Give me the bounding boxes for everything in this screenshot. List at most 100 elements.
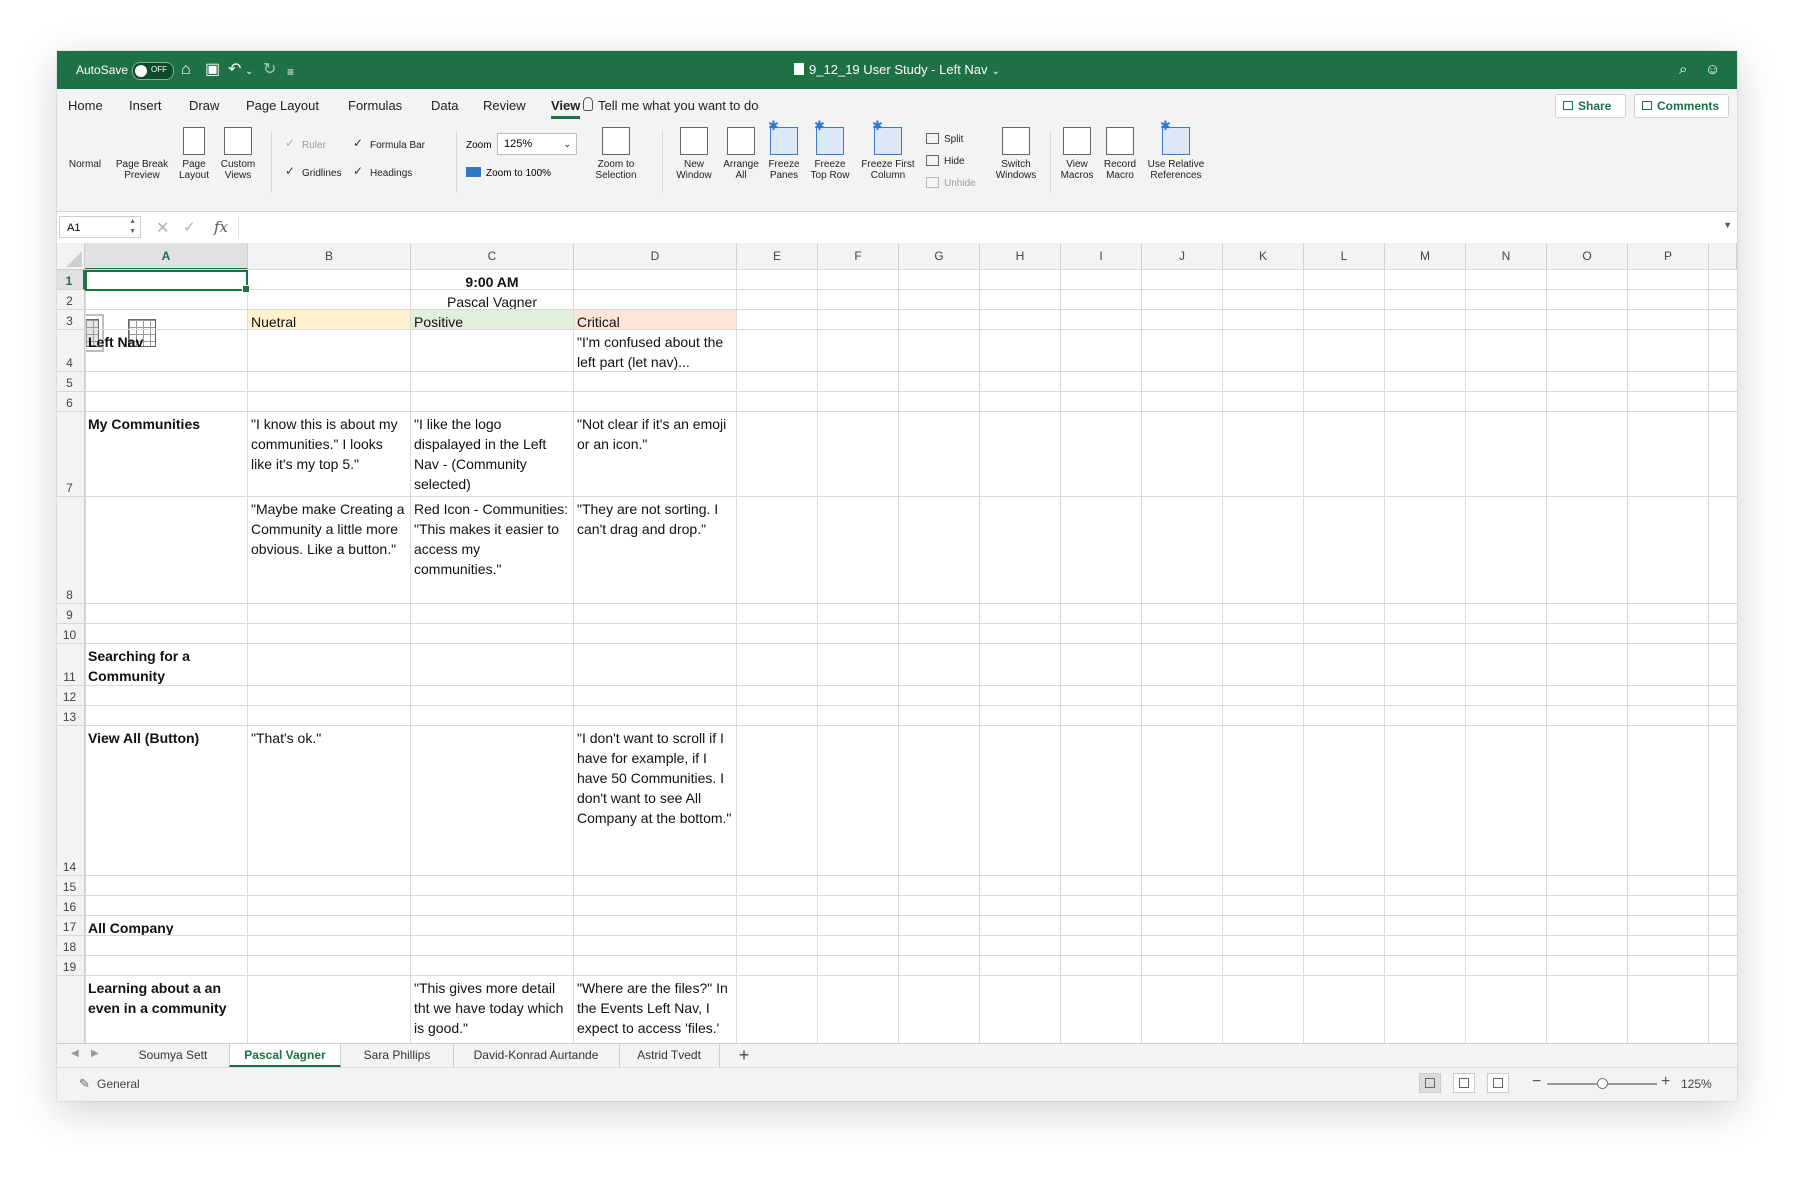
column-header-e[interactable]: E <box>737 243 818 270</box>
row-header-6[interactable]: 6 <box>57 392 85 412</box>
row-header-5[interactable]: 5 <box>57 372 85 392</box>
ruler-checkbox[interactable]: Ruler <box>285 136 326 151</box>
cell-c7[interactable]: "I like the logo dispalayed in the Left … <box>411 412 573 496</box>
page-break-preview-button[interactable]: Page Break Preview <box>111 127 173 347</box>
page-layout-view-button[interactable]: Page Layout <box>174 127 214 181</box>
page-layout-status-button[interactable] <box>1453 1073 1475 1093</box>
cell-c2[interactable]: Pascal Vagner <box>248 290 736 309</box>
search-icon[interactable]: ⌕ <box>1679 61 1687 79</box>
zoom-in-icon[interactable]: + <box>1661 1073 1670 1091</box>
row-header-14[interactable]: 14 <box>57 726 85 876</box>
row-header-19[interactable]: 19 <box>57 956 85 976</box>
row-header-17[interactable]: 17 <box>57 916 85 936</box>
normal-view-status-button[interactable] <box>1419 1073 1441 1093</box>
row-header-1[interactable]: 1 <box>57 270 85 290</box>
cell-d14[interactable]: "I don't want to scroll if I have for ex… <box>574 726 736 875</box>
switch-windows-button[interactable]: Switch Windows <box>991 127 1041 181</box>
column-header-d[interactable]: D <box>574 243 737 270</box>
insert-function-icon[interactable]: fx <box>214 218 228 236</box>
cell-b3[interactable]: Nuetral <box>248 310 410 329</box>
zoom-to-100-button[interactable]: Zoom to 100% <box>466 167 551 179</box>
row-header-2[interactable]: 2 <box>57 290 85 310</box>
sheet-tab-active[interactable]: Pascal Vagner <box>229 1044 341 1067</box>
row-header-4[interactable]: 4 <box>57 330 85 372</box>
next-sheet-icon[interactable]: ▶ <box>91 1048 99 1059</box>
spreadsheet-grid[interactable]: A B C D E F G H I J K L M N O P 1 2 3 4 5 6 7 8 9 10 11 12 13 14 15 16 1… <box>57 243 1737 1043</box>
row-header-15[interactable]: 15 <box>57 876 85 896</box>
row-header-12[interactable]: 12 <box>57 686 85 706</box>
row-header-7[interactable]: 7 <box>57 412 85 497</box>
comments-button[interactable]: Comments <box>1634 94 1729 118</box>
sheet-tab[interactable]: Astrid Tvedt <box>619 1044 720 1067</box>
cell-d20[interactable]: "Where are the files?" In the Events Lef… <box>574 976 736 1043</box>
column-header-g[interactable]: G <box>899 243 980 270</box>
sheet-tab[interactable]: David-Konrad Aurtande <box>453 1044 620 1067</box>
column-header-l[interactable]: L <box>1304 243 1385 270</box>
unhide-button[interactable]: Unhide <box>926 177 976 189</box>
column-header-p[interactable]: P <box>1628 243 1709 270</box>
freeze-panes-button[interactable]: Freeze Panes <box>764 120 804 181</box>
arrange-all-button[interactable]: Arrange All <box>719 127 763 181</box>
cell-c3[interactable]: Positive <box>411 310 573 329</box>
tab-view[interactable]: View <box>551 98 581 119</box>
row-header-13[interactable]: 13 <box>57 706 85 726</box>
cell-d7[interactable]: "Not clear if it's an emoji or an icon." <box>574 412 736 496</box>
gridlines-checkbox[interactable]: Gridlines <box>285 164 341 179</box>
tab-data[interactable]: Data <box>431 98 458 113</box>
prev-sheet-icon[interactable]: ◀ <box>71 1048 79 1059</box>
cell-a4[interactable]: Left Nav <box>85 330 247 371</box>
tab-home[interactable]: Home <box>68 98 103 113</box>
cell-a11[interactable]: Searching for a Community <box>85 644 247 685</box>
cancel-icon[interactable]: ✕ <box>156 218 169 238</box>
zoom-out-icon[interactable]: − <box>1532 1073 1541 1091</box>
column-header-j[interactable]: J <box>1142 243 1223 270</box>
record-macro-button[interactable]: Record Macro <box>1099 127 1141 181</box>
new-window-button[interactable]: New Window <box>671 127 717 181</box>
tab-formulas[interactable]: Formulas <box>348 98 402 113</box>
tab-insert[interactable]: Insert <box>129 98 162 113</box>
column-header-a[interactable]: A <box>85 243 248 270</box>
page-break-status-button[interactable] <box>1487 1073 1509 1093</box>
row-header-18[interactable]: 18 <box>57 936 85 956</box>
cell-b8[interactable]: "Maybe make Creating a Community a littl… <box>248 497 410 603</box>
cell-b7[interactable]: "I know this is about my communities." I… <box>248 412 410 496</box>
column-header-o[interactable]: O <box>1547 243 1628 270</box>
select-all-corner[interactable] <box>57 243 85 270</box>
row-header-3[interactable]: 3 <box>57 310 85 330</box>
tab-review[interactable]: Review <box>483 98 526 113</box>
cell-a20[interactable]: Learning about a an even in a community <box>85 976 247 1043</box>
sheet-tab[interactable]: Soumya Sett <box>117 1044 230 1067</box>
column-header-k[interactable]: K <box>1223 243 1304 270</box>
row-header-11[interactable]: 11 <box>57 644 85 686</box>
zoom-to-selection-button[interactable]: Zoom to Selection <box>586 127 646 181</box>
row-header-8[interactable]: 8 <box>57 497 85 604</box>
column-header-f[interactable]: F <box>818 243 899 270</box>
cell-a14[interactable]: View All (Button) <box>85 726 247 875</box>
row-header-20[interactable]: 20 <box>57 976 85 1043</box>
cell-a7[interactable]: My Communities <box>85 412 247 496</box>
active-cell-selection[interactable] <box>85 270 250 293</box>
cell-c8[interactable]: Red Icon - Communities: "This makes it e… <box>411 497 573 603</box>
tab-draw[interactable]: Draw <box>189 98 219 113</box>
zoom-slider-handle[interactable] <box>1597 1078 1608 1089</box>
share-button[interactable]: Share <box>1555 94 1626 118</box>
column-header-m[interactable]: M <box>1385 243 1466 270</box>
cell-a17[interactable]: All Company <box>85 916 247 935</box>
cell-d8[interactable]: "They are not sorting. I can't drag and … <box>574 497 736 603</box>
cell-c20[interactable]: "This gives more detail tht we have toda… <box>411 976 573 1043</box>
use-relative-references-button[interactable]: Use Relative References <box>1143 120 1209 181</box>
normal-view-button[interactable]: Normal <box>66 127 104 352</box>
cell-d3[interactable]: Critical <box>574 310 736 329</box>
view-macros-button[interactable]: View Macros <box>1057 127 1097 181</box>
cell-c1[interactable]: 9:00 AM <box>248 270 736 289</box>
split-button[interactable]: Split <box>926 133 963 145</box>
formula-bar-checkbox[interactable]: Formula Bar <box>353 136 425 151</box>
tell-me-search[interactable]: Tell me what you want to do <box>598 98 758 113</box>
tab-page-layout[interactable]: Page Layout <box>246 98 319 113</box>
sheet-tab[interactable]: Sara Phillips <box>341 1044 454 1067</box>
column-header-h[interactable]: H <box>980 243 1061 270</box>
freeze-first-column-button[interactable]: Freeze First Column <box>856 120 920 181</box>
cell-d4[interactable]: "I'm confused about the left part (let n… <box>574 330 736 371</box>
name-box[interactable]: A1 ▲ ▼ <box>59 216 141 238</box>
cell-b14[interactable]: "That's ok." <box>248 726 410 875</box>
